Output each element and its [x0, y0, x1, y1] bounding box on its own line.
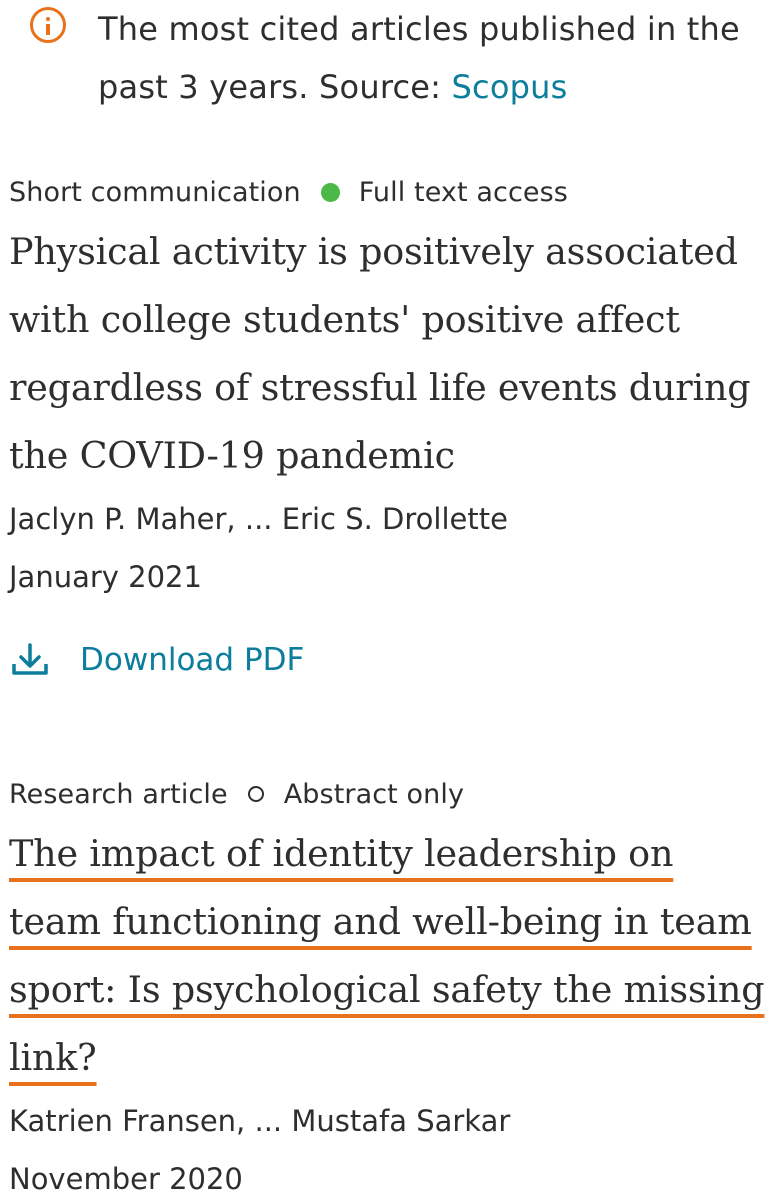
- article-title-text: The impact of identity leadership on tea…: [9, 832, 765, 1079]
- access-label: Abstract only: [283, 778, 465, 810]
- article-type: Research article: [9, 778, 228, 810]
- article-type: Short communication: [9, 176, 301, 208]
- article-title-link[interactable]: Physical activity is positively associat…: [9, 218, 771, 490]
- abstract-only-dot-icon: [247, 786, 264, 802]
- article-date: January 2021: [9, 560, 202, 594]
- article-meta: Research article Abstract only: [9, 770, 771, 818]
- article-item: Short communication Full text access Phy…: [9, 168, 771, 684]
- article-meta: Short communication Full text access: [9, 168, 771, 216]
- scopus-link[interactable]: Scopus: [452, 68, 568, 106]
- download-pdf-label: Download PDF: [80, 642, 305, 678]
- download-icon: [12, 643, 48, 675]
- article-item: Research article Abstract only The impac…: [9, 770, 771, 1200]
- download-pdf-link[interactable]: Download PDF: [9, 636, 771, 684]
- access-label: Full text access: [358, 176, 568, 208]
- full-access-dot-icon: [320, 182, 340, 202]
- info-banner-text: The most cited articles published in the…: [98, 0, 763, 116]
- info-icon: [30, 7, 66, 43]
- info-banner-message: The most cited articles published in the…: [98, 10, 740, 106]
- cited-articles-page: The most cited articles published in the…: [0, 0, 771, 1200]
- article-authors: Jaclyn P. Maher, ... Eric S. Drollette: [9, 502, 508, 536]
- article-authors: Katrien Fransen, ... Mustafa Sarkar: [9, 1104, 511, 1138]
- article-date: November 2020: [9, 1162, 243, 1196]
- article-title-link[interactable]: The impact of identity leadership on tea…: [9, 820, 771, 1092]
